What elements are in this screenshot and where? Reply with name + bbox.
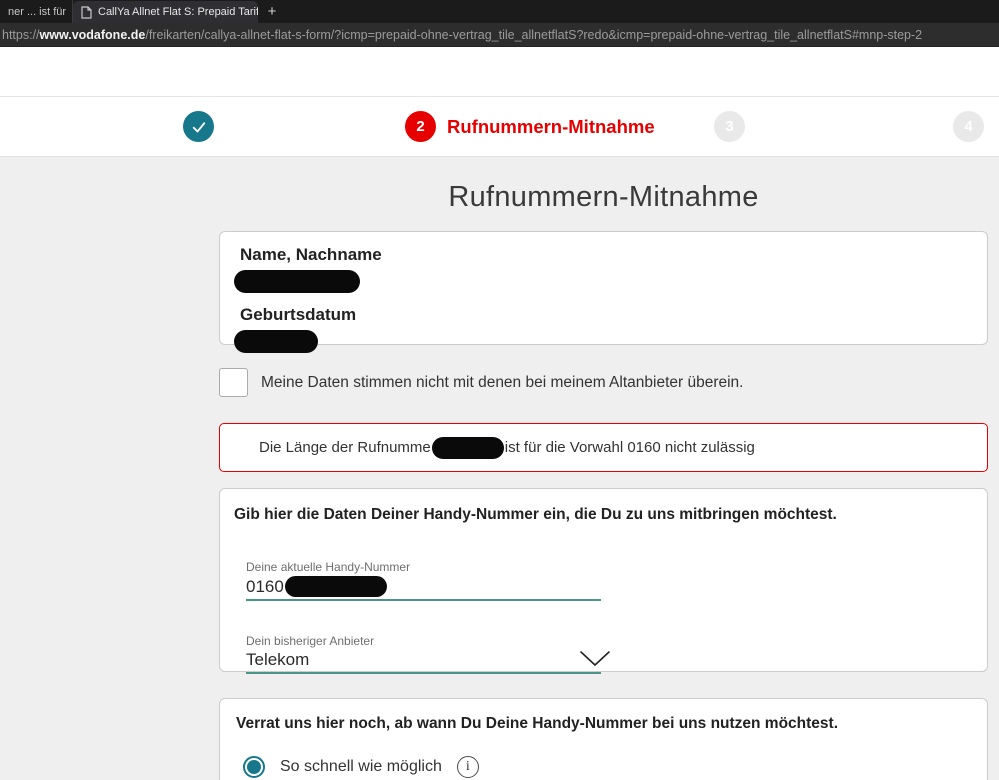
step-number: 3 [725, 118, 734, 135]
tab-previous[interactable]: ner ... ist für ✕ [0, 0, 73, 23]
phone-number-form-card: Gib hier die Daten Deiner Handy-Nummer e… [219, 488, 988, 674]
data-mismatch-checkbox[interactable] [219, 368, 248, 397]
chevron-down-icon[interactable] [579, 650, 611, 668]
address-bar[interactable]: https://www.vodafone.de/freikarten/cally… [0, 23, 999, 47]
site-header-band [0, 47, 999, 97]
data-mismatch-label[interactable]: Meine Daten stimmen nicht mit denen bei … [261, 374, 743, 392]
page-content: Rufnummern-Mitnahme Name, Nachname Gebur… [0, 157, 999, 780]
previous-provider-select[interactable]: Dein bisheriger Anbieter Telekom [246, 634, 610, 674]
step-number: 2 [416, 118, 425, 135]
radio-selected-dot [247, 760, 261, 774]
previous-provider-label: Dein bisheriger Anbieter [246, 634, 375, 648]
url-domain: www.vodafone.de [39, 27, 146, 42]
name-label: Name, Nachname [240, 245, 382, 264]
page-title: Rufnummern-Mitnahme [448, 181, 759, 213]
current-phone-field[interactable]: Deine aktuelle Handy-Nummer 0160 [246, 560, 601, 601]
check-icon [192, 121, 205, 132]
browser-tab-bar: ner ... ist für ✕ CallYa Allnet Flat S: … [0, 0, 999, 23]
step-2-label: Rufnummern-Mitnahme [447, 116, 655, 137]
redacted-phone-number [431, 436, 504, 459]
previous-provider-value: Telekom [246, 650, 310, 669]
step-1-done[interactable] [183, 111, 214, 142]
porting-date-card: Verrat uns hier noch, ab wann Du Deine H… [219, 698, 988, 780]
error-text-after: ist für die Vorwahl 0160 nicht zulässig [504, 439, 755, 456]
step-4-future: 4 [953, 111, 984, 142]
error-text-before: Die Länge der Rufnumme [259, 439, 431, 456]
url-path: /freikarten/callya-allnet-flat-s-form/?i… [145, 27, 923, 42]
browser-window: ner ... ist für ✕ CallYa Allnet Flat S: … [0, 0, 999, 780]
tab-title: ner ... ist für [8, 5, 67, 18]
step-3-future: 3 [714, 111, 745, 142]
validation-error-box: Die Länge der Rufnumme ist für die Vorwa… [219, 423, 988, 472]
asap-option-row: So schnell wie möglich i [243, 756, 967, 778]
current-phone-label: Deine aktuelle Handy-Nummer [246, 560, 411, 574]
step-number: 4 [964, 118, 973, 135]
url-protocol: https:// [2, 27, 40, 42]
tab-active-callya[interactable]: CallYa Allnet Flat S: Prepaid Tarif ✕ [73, 1, 258, 23]
step-2-current[interactable]: 2 [405, 111, 436, 142]
data-mismatch-row: Meine Daten stimmen nicht mit denen bei … [219, 368, 988, 397]
tab-title: CallYa Allnet Flat S: Prepaid Tarif [98, 6, 258, 18]
personal-data-card: Name, Nachname Geburtsdatum [219, 231, 988, 353]
redacted-phone-digits [284, 576, 387, 597]
checkout-stepper: 2 Rufnummern-Mitnahme 3 4 [0, 97, 999, 157]
schedule-intro-text: Verrat uns hier noch, ab wann Du Deine H… [236, 715, 839, 732]
birthdate-label: Geburtsdatum [240, 305, 357, 324]
info-icon[interactable]: i [456, 756, 479, 778]
form-intro-text: Gib hier die Daten Deiner Handy-Nummer e… [234, 506, 837, 523]
new-tab-button[interactable]: + [258, 0, 286, 23]
redacted-name-value [234, 270, 360, 293]
asap-radio[interactable] [243, 756, 265, 778]
page-icon [81, 5, 92, 19]
asap-radio-label[interactable]: So schnell wie möglich [280, 758, 442, 776]
current-phone-value: 0160 [246, 576, 284, 596]
redacted-birthdate-value [234, 330, 318, 353]
